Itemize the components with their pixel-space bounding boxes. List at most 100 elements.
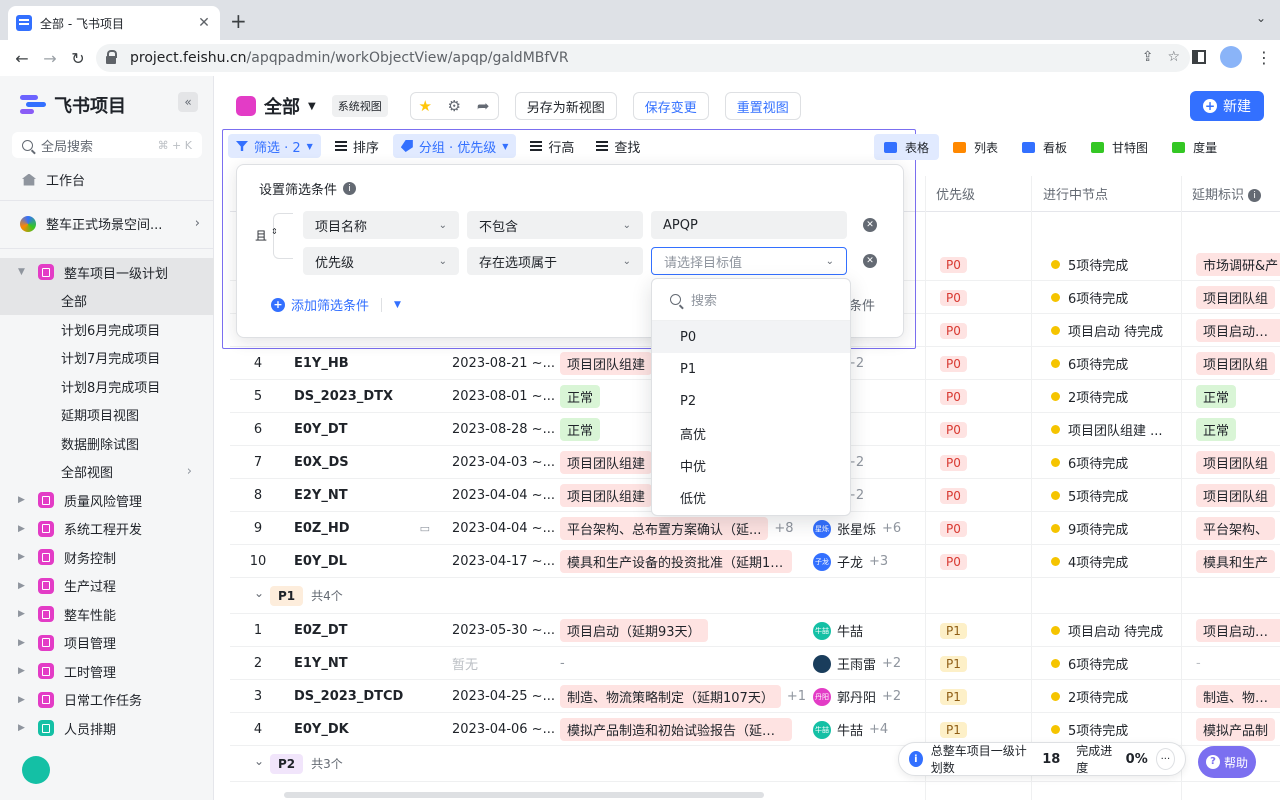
priority-cell[interactable]: P1	[940, 680, 1030, 713]
stage-cell[interactable]: 模具和生产设备的投资批准（延期18...	[560, 545, 810, 578]
priority-cell[interactable]: P0	[940, 413, 1030, 446]
node-cell[interactable]: 6项待完成	[1051, 647, 1181, 680]
project-code-text[interactable]: E0Y_DK	[294, 722, 349, 737]
owner-cell[interactable]: 牛喆 牛喆	[813, 614, 925, 647]
info-icon[interactable]: i	[343, 182, 357, 195]
date-range[interactable]: 2023-08-21 ~...	[452, 347, 558, 380]
delay-cell[interactable]: 项目启动（延	[1196, 614, 1280, 647]
share-page-icon[interactable]: ⇪	[1142, 49, 1154, 65]
date-range[interactable]: 2023-04-03 ~...	[452, 446, 558, 479]
save-as-new-view-button[interactable]: 另存为新视图	[514, 92, 617, 120]
project-code-text[interactable]: E0X_DS	[294, 455, 349, 470]
share-arrow-icon[interactable]: ➦	[469, 93, 498, 119]
filter-row2-value-select[interactable]: 请选择目标值 ⌄	[651, 247, 847, 275]
priority-cell[interactable]: P1	[940, 647, 1030, 680]
space-switcher[interactable]: 整车正式场景空间... ›	[20, 214, 200, 233]
sort-button[interactable]: 排序	[327, 134, 387, 158]
priority-cell[interactable]: P0	[940, 446, 1030, 479]
priority-cell[interactable]: P0	[940, 314, 1030, 347]
table-row[interactable]: 1 E0Z_DT 2023-05-30 ~... 项目启动（延期93天） 牛喆 牛喆 P1 项…	[230, 614, 1280, 647]
project-code-text[interactable]: E1Y_NT	[294, 656, 348, 671]
tab-search-icon[interactable]: ⌄	[1256, 11, 1266, 25]
view-table[interactable]: 表格	[874, 134, 940, 160]
table-row[interactable]: 10 E0Y_DL 2023-04-17 ~... 模具和生产设备的投资批准（延期18…	[230, 545, 1280, 578]
filter-row1-field[interactable]: 项目名称 ⌄	[303, 211, 459, 239]
node-cell[interactable]: 6项待完成	[1051, 347, 1181, 380]
sidebar-item-staffing[interactable]: ▶ 人员排期	[0, 714, 214, 743]
remove-filter-icon[interactable]: ✕	[863, 254, 877, 268]
stage-cell[interactable]: 制造、物流策略制定（延期107天） +1	[560, 680, 810, 713]
column-header-delay[interactable]: 延期标识 i	[1192, 184, 1262, 203]
caret-down-icon[interactable]: ▼	[394, 300, 401, 310]
caret-right-icon[interactable]: ▶	[18, 581, 28, 591]
project-code-text[interactable]: E2Y_NT	[294, 488, 348, 503]
delay-cell[interactable]: 项目团队组	[1196, 479, 1280, 512]
caret-right-icon[interactable]: ▶	[18, 495, 28, 505]
date-range[interactable]: 暂无	[452, 647, 558, 680]
date-range[interactable]: 2023-08-28 ~...	[452, 413, 558, 446]
view-metrics[interactable]: 度量	[1162, 134, 1227, 160]
delay-cell[interactable]: 项目启动（延	[1196, 314, 1280, 347]
delay-cell[interactable]: 正常	[1196, 413, 1280, 446]
caret-right-icon[interactable]: ▶	[18, 666, 28, 676]
project-code-text[interactable]: E1Y_HB	[294, 356, 349, 371]
view-list[interactable]: 列表	[943, 134, 1008, 160]
profile-avatar-icon[interactable]	[1220, 46, 1242, 68]
caret-down-icon[interactable]: ▼	[18, 267, 28, 277]
node-cell[interactable]: 5项待完成	[1051, 248, 1181, 281]
sidebar-subitem-all-views[interactable]: 全部视图 ›	[0, 458, 214, 487]
node-cell[interactable]: 项目启动 待完成	[1051, 314, 1181, 347]
sidebar-subitem-deleted[interactable]: 数据删除试图	[0, 429, 214, 458]
sidebar-item-finance[interactable]: ▶ 财务控制	[0, 543, 214, 572]
delay-cell[interactable]: 模具和生产	[1196, 545, 1280, 578]
filter-button[interactable]: 筛选 · 2 ▼	[228, 134, 321, 158]
table-row[interactable]: 9 E0Z_HD ▭ 2023-04-04 ~... 平台架构、总布置方案确认（延...…	[230, 512, 1280, 545]
favorite-star-icon[interactable]: ★	[411, 93, 440, 119]
sidebar-item-vehicle-performance[interactable]: ▶ 整车性能	[0, 600, 214, 629]
new-button[interactable]: + 新建	[1190, 91, 1264, 121]
caret-right-icon[interactable]: ▶	[18, 524, 28, 534]
sidebar-subitem-august[interactable]: 计划8月完成项目	[0, 372, 214, 401]
priority-cell[interactable]: P0	[940, 380, 1030, 413]
address-bar[interactable]: project.feishu.cn/apqpadmin/workObjectVi…	[96, 44, 1190, 72]
view-kanban[interactable]: 看板	[1012, 134, 1077, 160]
sidebar-item-production[interactable]: ▶ 生产过程	[0, 572, 214, 601]
sidebar-subitem-june[interactable]: 计划6月完成项目	[0, 315, 214, 344]
condition-group-label[interactable]: 条件	[849, 295, 875, 314]
project-code[interactable]: E0Z_DT	[294, 614, 444, 647]
forward-icon[interactable]: →	[36, 44, 64, 72]
date-range[interactable]: 2023-04-04 ~...	[452, 512, 558, 545]
sidebar-item-daily-tasks[interactable]: ▶ 日常工作任务	[0, 686, 214, 715]
option-p0[interactable]: P0	[652, 321, 850, 353]
delay-cell[interactable]: 模拟产品制	[1196, 713, 1280, 746]
column-header-node[interactable]: 进行中节点	[1043, 184, 1108, 203]
save-changes-button[interactable]: 保存变更	[632, 92, 709, 120]
priority-cell[interactable]: P0	[940, 545, 1030, 578]
filter-row1-value[interactable]: APQP	[651, 211, 847, 239]
comment-icon[interactable]: ▭	[420, 522, 430, 535]
browser-tab[interactable]: 全部 - 飞书项目 ✕	[8, 6, 220, 40]
collapse-sidebar-icon[interactable]: «	[178, 92, 198, 112]
caret-right-icon[interactable]: ▶	[18, 638, 28, 648]
owner-cell[interactable]: 星烁 张星烁 +6	[813, 512, 925, 545]
delay-cell[interactable]: 项目团队组	[1196, 347, 1280, 380]
option-medium[interactable]: 中优	[652, 449, 850, 481]
node-cell[interactable]: 6项待完成	[1051, 281, 1181, 314]
node-cell[interactable]: 9项待完成	[1051, 512, 1181, 545]
project-code[interactable]: E2Y_NT	[294, 479, 444, 512]
node-cell[interactable]: 项目启动 待完成	[1051, 614, 1181, 647]
date-range[interactable]: 2023-04-17 ~...	[452, 545, 558, 578]
app-logo[interactable]: 飞书项目	[20, 92, 126, 118]
stage-cell[interactable]: 项目启动（延期93天）	[560, 614, 810, 647]
priority-cell[interactable]: P1	[940, 614, 1030, 647]
caret-right-icon[interactable]: ▶	[18, 552, 28, 562]
node-cell[interactable]: 项目团队组建 ...	[1051, 413, 1181, 446]
user-avatar[interactable]	[22, 756, 50, 784]
help-button[interactable]: ? 帮助	[1198, 746, 1256, 778]
new-tab-icon[interactable]: +	[230, 9, 247, 33]
node-cell[interactable]: 2项待完成	[1051, 680, 1181, 713]
project-code[interactable]: E1Y_NT	[294, 647, 444, 680]
node-cell[interactable]: 2项待完成	[1051, 380, 1181, 413]
project-code[interactable]: E0Z_HD ▭	[294, 512, 444, 545]
chevron-down-icon[interactable]: ⌄	[254, 754, 264, 768]
